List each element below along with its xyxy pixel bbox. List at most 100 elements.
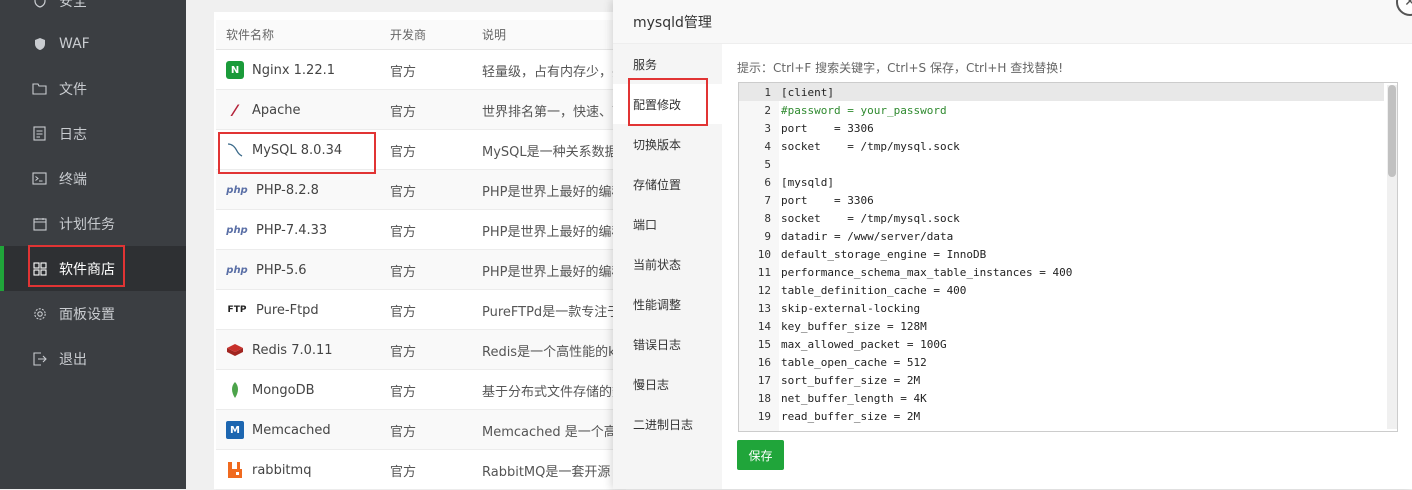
code-line[interactable]: 15 max_allowed_packet = 100G	[739, 335, 1384, 353]
nav-item-error-log[interactable]: 错误日志	[613, 324, 722, 364]
shield-icon	[32, 0, 47, 8]
software-name: Redis 7.0.11	[252, 342, 333, 358]
calendar-icon	[32, 216, 47, 231]
software-name: MongoDB	[252, 382, 315, 398]
redis-icon	[226, 341, 244, 359]
terminal-icon	[32, 171, 47, 186]
table-row[interactable]: php PHP-5.6 官方 PHP是世界上最好的编程	[216, 250, 626, 290]
column-header-name: 软件名称	[226, 28, 275, 42]
table-row[interactable]: ⁄ Apache 官方 世界排名第一，快速、可	[216, 90, 626, 130]
editor-tip: 提示：Ctrl+F 搜索关键字，Ctrl+S 保存，Ctrl+H 查找替换!	[737, 61, 1064, 75]
software-vendor: 官方	[390, 344, 417, 360]
code-line[interactable]: 12 table_definition_cache = 400	[739, 281, 1384, 299]
code-line[interactable]: 18 net_buffer_length = 4K	[739, 389, 1384, 407]
software-vendor: 官方	[390, 304, 417, 320]
code-line[interactable]: 7 port = 3306	[739, 191, 1384, 209]
code-line[interactable]: 8 socket = /tmp/mysql.sock	[739, 209, 1384, 227]
table-row[interactable]: MongoDB 官方 基于分布式文件存储的数	[216, 370, 626, 410]
highlight-box-mysql	[218, 132, 376, 174]
software-desc: PHP是世界上最好的编程	[482, 224, 622, 240]
sidebar-item-cron[interactable]: 计划任务	[0, 201, 186, 246]
rabbitmq-icon	[226, 461, 244, 479]
table-header: 软件名称 开发商 说明	[216, 20, 626, 50]
code-line[interactable]: 4 socket = /tmp/mysql.sock	[739, 137, 1384, 155]
nav-item-performance[interactable]: 性能调整	[613, 284, 722, 324]
log-icon	[32, 126, 47, 141]
software-list-panel: 软件名称 开发商 说明 N Nginx 1.22.1 官方 轻量级，占有内存少，并…	[214, 12, 634, 490]
gear-icon	[32, 306, 47, 321]
software-name: Nginx 1.22.1	[252, 62, 336, 78]
highlight-box-software-store	[28, 245, 125, 287]
software-vendor: 官方	[390, 224, 417, 240]
software-vendor: 官方	[390, 144, 417, 160]
nginx-icon: N	[226, 61, 244, 79]
table-row[interactable]: M Memcached 官方 Memcached 是一个高性	[216, 410, 626, 450]
software-name: Memcached	[252, 422, 331, 438]
table-row[interactable]: N Nginx 1.22.1 官方 轻量级，占有内存少，并	[216, 50, 626, 90]
code-editor[interactable]: 1 [client] 2 #password = your_password 3 po…	[738, 82, 1398, 432]
php-icon: php	[226, 184, 248, 196]
nav-item-switch-version[interactable]: 切换版本	[613, 124, 722, 164]
code-line[interactable]: 14 key_buffer_size = 128M	[739, 317, 1384, 335]
table-row[interactable]: php PHP-7.4.33 官方 PHP是世界上最好的编程	[216, 210, 626, 250]
nav-item-slow-log[interactable]: 慢日志	[613, 364, 722, 404]
code-line[interactable]: 3 port = 3306	[739, 119, 1384, 137]
code-line[interactable]: 13 skip-external-locking	[739, 299, 1384, 317]
scrollbar-thumb[interactable]	[1388, 85, 1396, 177]
sidebar-item-label: WAF	[59, 35, 90, 52]
software-vendor: 官方	[390, 424, 417, 440]
table-row[interactable]: php PHP-8.2.8 官方 PHP是世界上最好的编程	[216, 170, 626, 210]
software-desc: RabbitMQ是一套开源（	[482, 464, 622, 480]
memcached-icon: M	[226, 421, 244, 439]
dialog-header: mysqld管理	[613, 0, 1412, 44]
software-name: Apache	[252, 102, 301, 118]
code-line[interactable]: 5	[739, 155, 1384, 173]
folder-icon	[32, 81, 47, 96]
php-icon: php	[226, 264, 248, 276]
column-header-desc: 说明	[482, 28, 507, 42]
sidebar-item-terminal[interactable]: 终端	[0, 156, 186, 201]
nav-item-port[interactable]: 端口	[613, 204, 722, 244]
table-row[interactable]: Redis 7.0.11 官方 Redis是一个高性能的key	[216, 330, 626, 370]
save-button[interactable]: 保存	[737, 440, 784, 470]
sidebar-item-label: 面板设置	[59, 306, 115, 323]
sidebar-item-label: 文件	[59, 81, 87, 98]
software-desc: MySQL是一种关系数据库	[482, 144, 622, 160]
software-vendor: 官方	[390, 104, 417, 120]
sidebar-item-waf[interactable]: WAF	[0, 21, 186, 66]
code-line[interactable]: 19 read_buffer_size = 2M	[739, 407, 1384, 425]
mongodb-icon	[226, 381, 244, 399]
software-vendor: 官方	[390, 464, 417, 480]
column-header-vendor: 开发商	[390, 28, 427, 42]
sidebar-item-panel-settings[interactable]: 面板设置	[0, 291, 186, 336]
config-editor-panel: 提示：Ctrl+F 搜索关键字，Ctrl+S 保存，Ctrl+H 查找替换! 1…	[722, 44, 1412, 489]
code-line[interactable]: 17 sort_buffer_size = 2M	[739, 371, 1384, 389]
table-row[interactable]: rabbitmq 官方 RabbitMQ是一套开源（	[216, 450, 626, 490]
nav-item-status[interactable]: 当前状态	[613, 244, 722, 284]
software-desc: 基于分布式文件存储的数	[482, 384, 622, 400]
sidebar-item-files[interactable]: 文件	[0, 66, 186, 111]
software-desc: PureFTPd是一款专注于程	[482, 304, 622, 320]
code-line[interactable]: 6 [mysqld]	[739, 173, 1384, 191]
highlight-box-config	[628, 78, 708, 126]
nav-item-storage[interactable]: 存储位置	[613, 164, 722, 204]
software-vendor: 官方	[390, 384, 417, 400]
code-line[interactable]: 2 #password = your_password	[739, 101, 1384, 119]
ftp-icon: FTP	[227, 305, 247, 315]
code-line[interactable]: 16 table_open_cache = 512	[739, 353, 1384, 371]
sidebar-item-logs[interactable]: 日志	[0, 111, 186, 156]
sidebar-item-security[interactable]: 安全	[0, 0, 186, 23]
code-line[interactable]: 11 performance_schema_max_table_instances…	[739, 263, 1384, 281]
editor-scrollbar[interactable]	[1387, 85, 1397, 429]
code-line[interactable]: 9 datadir = /www/server/data	[739, 227, 1384, 245]
dialog-title: mysqld管理	[633, 14, 712, 31]
logout-icon	[32, 351, 47, 366]
code-line[interactable]: 1 [client]	[739, 83, 1384, 101]
sidebar-item-logout[interactable]: 退出	[0, 336, 186, 381]
shield-solid-icon	[32, 36, 47, 51]
software-desc: 轻量级，占有内存少，并	[482, 64, 622, 80]
nav-item-binlog[interactable]: 二进制日志	[613, 404, 722, 444]
code-line[interactable]: 10 default_storage_engine = InnoDB	[739, 245, 1384, 263]
table-row[interactable]: FTP Pure-Ftpd 官方 PureFTPd是一款专注于程	[216, 290, 626, 330]
apache-icon: ⁄	[233, 100, 237, 120]
